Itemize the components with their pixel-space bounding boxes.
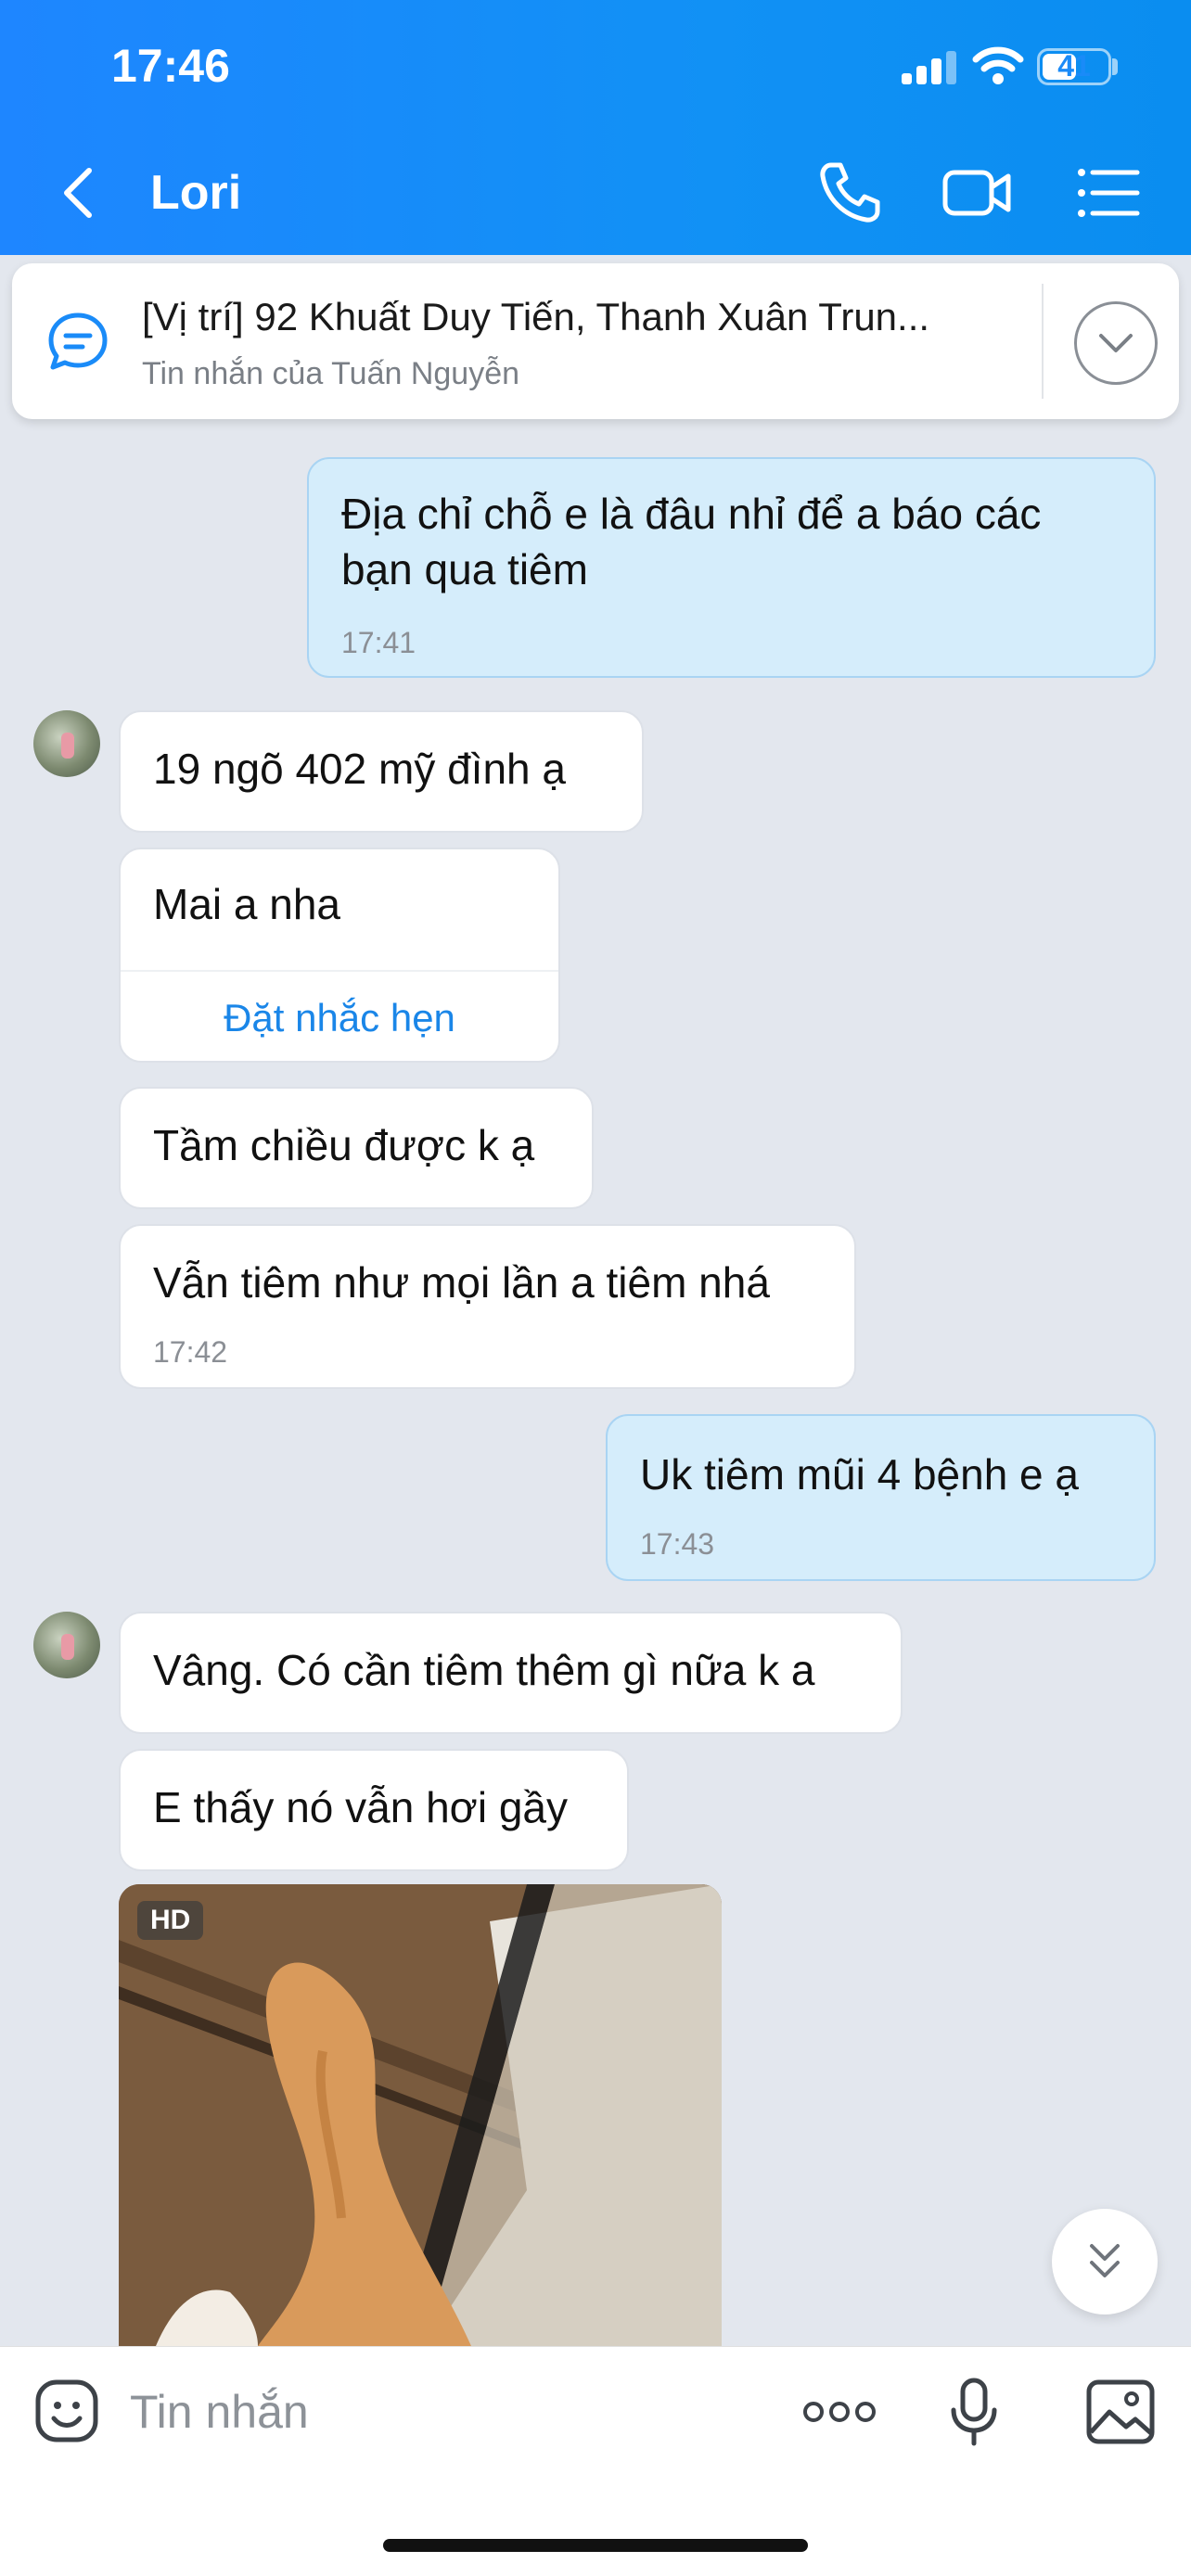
battery-tip xyxy=(1112,58,1118,75)
back-arrow-icon[interactable] xyxy=(56,165,102,221)
image-gallery-icon[interactable] xyxy=(1083,2377,1158,2447)
message-time: 17:43 xyxy=(640,1527,715,1561)
cat-photo xyxy=(119,1884,722,2346)
set-reminder-link[interactable]: Đặt nhắc hẹn xyxy=(121,993,558,1044)
message-text: Uk tiêm mũi 4 bệnh e ạ xyxy=(640,1450,1080,1498)
contact-name[interactable]: Lori xyxy=(150,165,241,221)
chat-header: 17:46 41 Lori xyxy=(0,0,1191,255)
sticker-icon[interactable] xyxy=(33,2378,100,2444)
message-text-line: Địa chỉ chỗ e là đâu nhỉ để a báo các xyxy=(341,490,1042,538)
message-input[interactable] xyxy=(130,2375,761,2449)
pinned-message[interactable]: [Vị trí] 92 Khuất Duy Tiến, Thanh Xuân T… xyxy=(12,263,1179,419)
message-text: 19 ngõ 402 mỹ đình ạ xyxy=(153,745,566,793)
message-text: Vâng. Có cần tiêm thêm gì nữa k a xyxy=(153,1646,815,1694)
microphone-icon[interactable] xyxy=(937,2377,1011,2447)
status-time: 17:46 xyxy=(111,40,230,92)
message-text: E thấy nó vẫn hơi gầy xyxy=(153,1783,568,1831)
message-text: Vẫn tiêm như mọi lần a tiêm nhá xyxy=(153,1258,770,1307)
message-text-line: bạn qua tiêm xyxy=(341,545,588,593)
message-incoming-reminder[interactable]: Mai a nha Đặt nhắc hẹn xyxy=(119,848,560,1063)
pinned-subtitle: Tin nhắn của Tuấn Nguyễn xyxy=(142,356,520,391)
double-chevron-down-icon xyxy=(1090,2244,1120,2277)
message-outgoing[interactable]: Địa chỉ chỗ e là đâu nhỉ để a báo các bạ… xyxy=(307,457,1156,678)
image-message[interactable]: HD xyxy=(119,1884,722,2346)
more-options-icon[interactable] xyxy=(802,2377,877,2447)
wifi-icon xyxy=(972,46,1024,84)
message-outgoing[interactable]: Uk tiêm mũi 4 bệnh e ạ 17:43 xyxy=(606,1414,1156,1581)
expand-pinned-button[interactable] xyxy=(1074,301,1158,385)
divider xyxy=(121,970,558,972)
message-text: Mai a nha xyxy=(153,880,341,928)
menu-list-icon[interactable] xyxy=(1074,158,1145,228)
message-incoming[interactable]: E thấy nó vẫn hơi gầy xyxy=(119,1749,629,1871)
divider xyxy=(1042,284,1044,399)
avatar[interactable] xyxy=(33,710,100,777)
hd-badge: HD xyxy=(137,1901,204,1940)
message-time: 17:41 xyxy=(341,626,416,659)
battery-level: 41 xyxy=(1057,49,1091,83)
message-incoming[interactable]: Vâng. Có cần tiêm thêm gì nữa k a xyxy=(119,1612,903,1734)
phone-icon[interactable] xyxy=(814,158,885,228)
message-text: Tầm chiều được k ạ xyxy=(153,1121,535,1169)
video-call-icon[interactable] xyxy=(941,158,1012,228)
message-time: 17:42 xyxy=(153,1335,228,1369)
message-incoming[interactable]: 19 ngõ 402 mỹ đình ạ xyxy=(119,710,644,833)
message-incoming[interactable]: Tầm chiều được k ạ xyxy=(119,1087,594,1209)
message-incoming[interactable]: Vẫn tiêm như mọi lần a tiêm nhá 17:42 xyxy=(119,1224,856,1389)
chevron-down-icon xyxy=(1099,334,1133,352)
message-bubble-icon xyxy=(48,312,108,370)
scroll-to-bottom-button[interactable] xyxy=(1052,2209,1158,2315)
pinned-title: [Vị trí] 92 Khuất Duy Tiến, Thanh Xuân T… xyxy=(142,295,930,338)
home-indicator xyxy=(383,2539,808,2552)
avatar[interactable] xyxy=(33,1612,100,1678)
signal-icon xyxy=(902,51,957,84)
battery-icon: 41 xyxy=(1037,48,1111,85)
